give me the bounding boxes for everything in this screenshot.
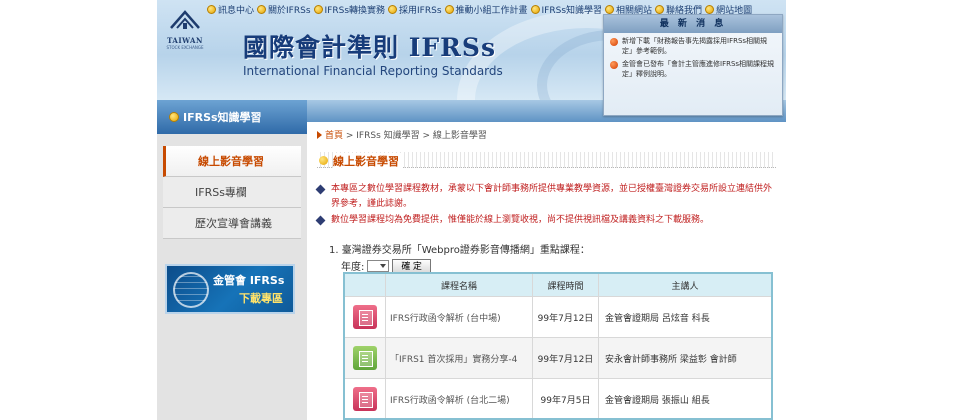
site-title: 國際會計準則 IFRSs [243,33,497,62]
course-table: 課程名稱 課程時間 主講人 IFRS行政函令解析 (台中場) 99年7月12日 … [343,272,773,420]
latest-news-box: 最 新 消 息 新增下載「財務報告事先揭露採用IFRSs相關規定」參考範例。 金… [603,14,783,116]
bullet-icon [444,5,454,14]
sidebar-item-seminar-handouts[interactable]: 歷次宣導會講義 [163,208,301,239]
logo-subtext: STOCK EXCHANGE [166,45,204,50]
course-name[interactable]: 「IFRS1 首次採用」實務分享-4 [385,338,532,378]
section-title-tab: IFRSs知識學習 [157,100,307,134]
course-speaker: 金管會證期局 張振山 組長 [598,379,771,418]
fsc-ifrs-download-banner[interactable]: 金管會 IFRSs 下載專區 [165,264,295,314]
year-select[interactable] [367,259,390,272]
year-filter: 年度: 確 定 [341,258,431,273]
header-course-name: 課程名稱 [385,274,532,296]
bullet-icon [705,5,715,14]
sidebar: 線上影音學習 IFRSs專欄 歷次宣導會講義 金管會 IFRSs 下載專區 [157,134,307,420]
notice-sponsor: 本專區之數位學習課程教材，承蒙以下會計師事務所提供專業教學資源，並已授權臺灣證券… [315,182,779,212]
video-course-icon[interactable] [353,387,377,411]
bullet-icon [530,5,540,14]
course-date: 99年7月5日 [532,379,598,418]
bullet-icon [257,5,267,14]
nav-ifrs-conversion[interactable]: IFRSs轉換實務 [313,3,385,16]
main-content: 首頁 > IFRSs 知識學習 > 線上影音學習 線上影音學習 本專區之數位學習… [307,122,786,420]
header-icon-col [345,274,385,296]
table-row[interactable]: IFRS行政函令解析 (台北二場) 99年7月5日 金管會證期局 張振山 組長 [345,378,771,418]
course-speaker: 安永會計師事務所 梁益彰 會計師 [598,338,771,378]
breadcrumb: 首頁 > IFRSs 知識學習 > 線上影音學習 [317,128,487,141]
sidebar-item-online-video[interactable]: 線上影音學習 [163,146,301,177]
bullet-icon [319,156,328,165]
table-header: 課程名稱 課程時間 主講人 [345,274,771,296]
year-label: 年度: [341,262,365,273]
bullet-icon [655,5,665,14]
site-subtitle: International Financial Reporting Standa… [243,64,503,78]
bullet-icon [610,61,618,69]
sidebar-item-ifrs-column[interactable]: IFRSs專欄 [163,177,301,208]
nav-adopt-ifrs[interactable]: 採用IFRSs [388,3,442,16]
course-date: 99年7月12日 [532,297,598,337]
bullet-icon [610,38,618,46]
news-item[interactable]: 金管會已發布「會計主管應進修IFRSs相關課程規定」釋例說明。 [604,56,782,79]
bullet-icon [313,5,323,14]
logo-text: TAIWAN [167,36,203,45]
page-title: 線上影音學習 [333,153,403,169]
nav-about-ifrs[interactable]: 關於IFRSs [257,3,311,16]
bullet-icon [169,112,179,122]
video-course-icon[interactable] [353,305,377,329]
breadcrumb-home-link[interactable]: 首頁 [325,131,343,141]
table-row[interactable]: 「IFRS1 首次採用」實務分享-4 99年7月12日 安永會計師事務所 梁益彰… [345,337,771,378]
course-speaker: 金管會證期局 呂炫音 科長 [598,297,771,337]
bullet-icon [605,5,615,14]
course-date: 99年7月12日 [532,338,598,378]
bullet-icon [207,5,216,14]
bullet-icon [388,5,398,14]
page: TAIWAN STOCK EXCHANGE 訊息中心 關於IFRSs IFRSs… [0,0,960,420]
news-heading: 最 新 消 息 [604,15,782,33]
sidebar-menu: 線上影音學習 IFRSs專欄 歷次宣導會講義 [163,146,301,239]
nav-task-force-plan[interactable]: 推動小組工作計畫 [444,3,528,16]
nav-ifrs-learning[interactable]: IFRSs知識學習 [530,3,602,16]
globe-icon [173,272,209,308]
video-course-icon[interactable] [353,346,377,370]
notice-free: 數位學習課程均為免費提供，惟僅能於線上瀏覽收視，尚不提供視訊檔及講義資料之下載服… [315,213,779,228]
arrow-right-icon [317,131,322,139]
banner-line2: 下載專區 [239,292,283,305]
course-intro: 1. 臺灣證券交易所「Webpro證券影音傳播網」重點課程： [329,245,590,256]
banner-line1: 金管會 IFRSs [213,274,285,287]
nav-news-center[interactable]: 訊息中心 [207,3,254,16]
news-item[interactable]: 新增下載「財務報告事先揭露採用IFRSs相關規定」參考範例。 [604,33,782,56]
course-name[interactable]: IFRS行政函令解析 (台北二場) [385,379,532,418]
twse-logo-icon[interactable] [167,8,203,32]
breadcrumb-path: > IFRSs 知識學習 > 線上影音學習 [343,131,487,141]
header-speaker: 主講人 [598,274,771,296]
confirm-button[interactable]: 確 定 [392,258,431,273]
course-name[interactable]: IFRS行政函令解析 (台中場) [385,297,532,337]
table-row[interactable]: IFRS行政函令解析 (台中場) 99年7月12日 金管會證期局 呂炫音 科長 [345,296,771,337]
header-course-time: 課程時間 [532,274,598,296]
